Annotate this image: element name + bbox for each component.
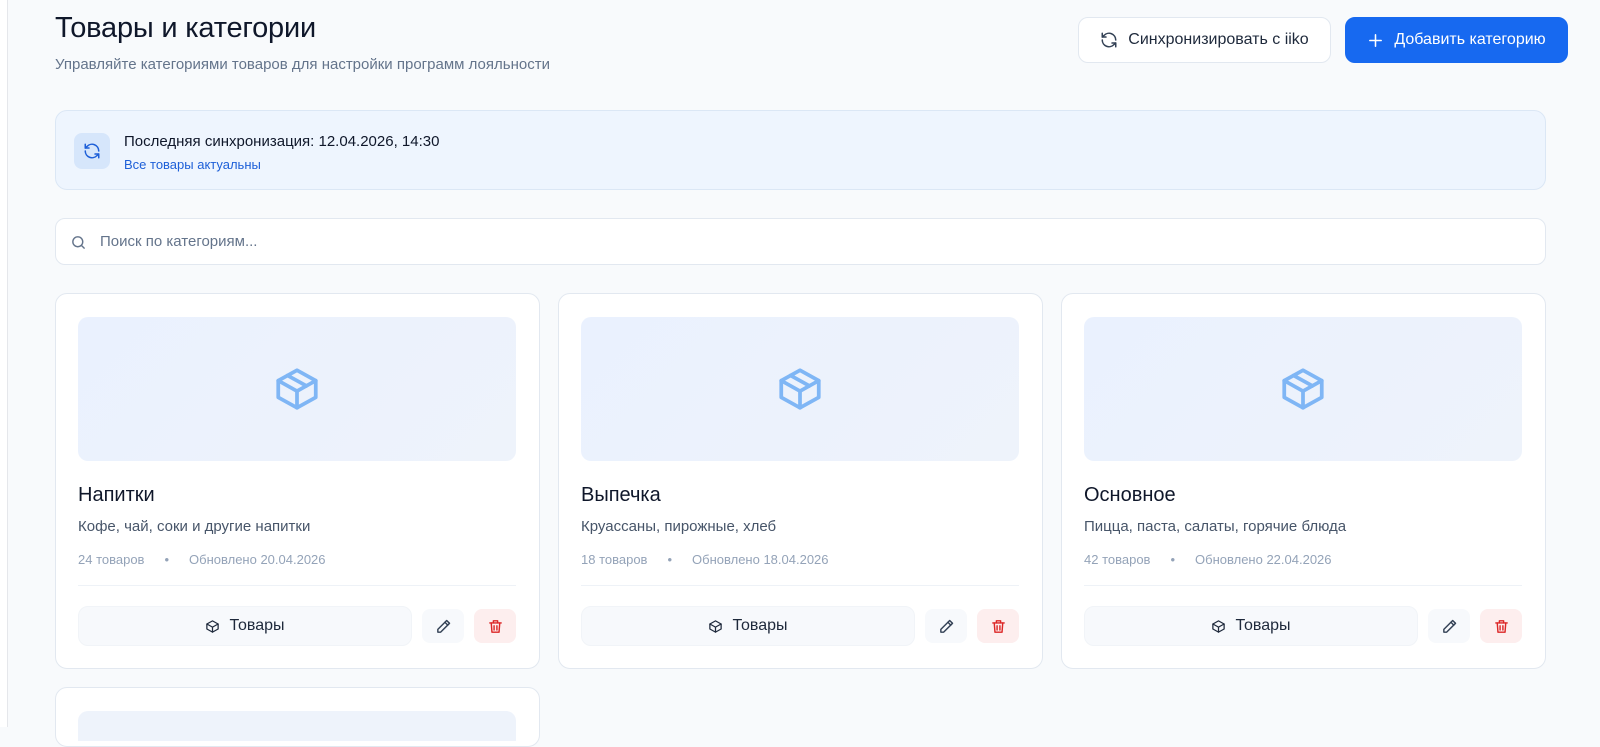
delete-category-button[interactable] [1480,609,1522,643]
refresh-icon [1101,32,1117,48]
sidebar-edge [0,0,8,727]
sync-iiko-button[interactable]: Синхронизировать с iiko [1078,17,1331,63]
package-icon [779,368,821,410]
category-product-count: 42 товаров [1084,552,1151,567]
sync-iiko-button-label: Синхронизировать с iiko [1128,31,1309,48]
category-name: Напитки [78,484,155,506]
card-divider [78,585,516,586]
page-subtitle: Управляйте категориями товаров для настр… [55,56,550,73]
category-card-partial [55,687,540,747]
category-card: Выпечка Круассаны, пирожные, хлеб 18 тов… [558,293,1043,669]
products-button[interactable]: Товары [581,606,915,646]
category-meta: 24 товаров • Обновлено 20.04.2026 [78,552,326,567]
trash-icon [991,619,1005,633]
category-product-count: 24 товаров [78,552,145,567]
package-icon [276,368,318,410]
category-description: Пицца, паста, салаты, горячие блюда [1084,518,1347,535]
products-button-label: Товары [229,617,285,634]
category-image-placeholder [78,317,516,461]
plus-icon [1369,33,1383,47]
products-button-label: Товары [732,617,788,634]
products-button-label: Товары [1235,617,1291,634]
last-sync-text: Последняя синхронизация: 12.04.2026, 14:… [124,133,440,150]
category-name: Выпечка [581,484,661,506]
delete-category-button[interactable] [977,609,1019,643]
edit-category-button[interactable] [1428,609,1470,643]
categories-page: Товары и категории Управляйте категориям… [55,0,1577,747]
meta-separator: • [1170,552,1176,567]
sync-status-text: Все товары актуальны [124,157,261,172]
category-search [55,218,1546,265]
category-image-placeholder [1084,317,1522,461]
category-description: Кофе, чай, соки и другие напитки [78,518,311,535]
category-name: Основное [1084,484,1176,506]
add-category-button-label: Добавить категорию [1394,31,1546,48]
edit-category-button[interactable] [925,609,967,643]
category-meta: 42 товаров • Обновлено 22.04.2026 [1084,552,1332,567]
trash-icon [488,619,502,633]
card-divider [581,585,1019,586]
page-header: Товары и категории Управляйте категориям… [55,12,1577,82]
add-category-button[interactable]: Добавить категорию [1345,17,1568,63]
pencil-icon [436,619,450,633]
delete-category-button[interactable] [474,609,516,643]
meta-separator: • [667,552,673,567]
category-updated-date: Обновлено 22.04.2026 [1195,552,1332,567]
category-product-count: 18 товаров [581,552,648,567]
category-image-placeholder [581,317,1019,461]
category-description: Круассаны, пирожные, хлеб [581,518,777,535]
pencil-icon [939,619,953,633]
category-updated-date: Обновлено 20.04.2026 [189,552,326,567]
package-icon [1212,619,1226,633]
category-image-placeholder [78,711,516,741]
pencil-icon [1442,619,1456,633]
edit-category-button[interactable] [422,609,464,643]
package-icon [206,619,220,633]
meta-separator: • [164,552,170,567]
package-icon [1282,368,1324,410]
sync-status-banner: Последняя синхронизация: 12.04.2026, 14:… [55,110,1546,190]
refresh-icon [84,143,100,159]
category-meta: 18 товаров • Обновлено 18.04.2026 [581,552,829,567]
trash-icon [1494,619,1508,633]
category-card: Основное Пицца, паста, салаты, горячие б… [1061,293,1546,669]
page-title: Товары и категории [55,12,316,44]
category-card: Напитки Кофе, чай, соки и другие напитки… [55,293,540,669]
package-icon [709,619,723,633]
products-button[interactable]: Товары [1084,606,1418,646]
search-input[interactable] [100,219,1520,264]
category-updated-date: Обновлено 18.04.2026 [692,552,829,567]
card-divider [1084,585,1522,586]
search-icon [72,236,85,249]
products-button[interactable]: Товары [78,606,412,646]
sync-status-icon-box [74,133,110,169]
